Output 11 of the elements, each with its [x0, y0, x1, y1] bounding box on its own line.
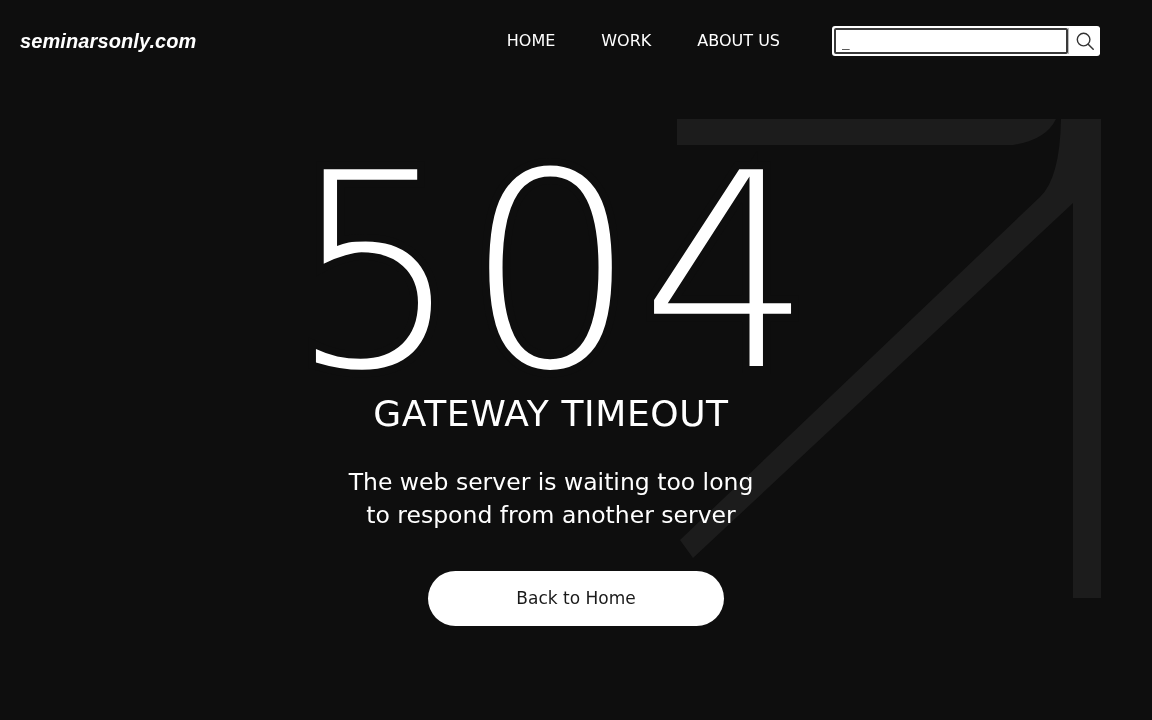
error-code: 504: [288, 165, 817, 381]
nav-link[interactable]: WORK: [601, 31, 652, 50]
search-button[interactable]: [1068, 28, 1100, 54]
error-title: GATEWAY TIMEOUT: [373, 392, 729, 436]
nav-link[interactable]: HOME: [506, 31, 556, 50]
site-logo[interactable]: seminarsonly.com: [20, 26, 197, 56]
error-message: The web server is waiting too long to respond from another server: [348, 467, 754, 532]
search-icon: [1075, 32, 1094, 50]
nav-link[interactable]: ABOUT US: [697, 31, 780, 50]
back-to-home-button[interactable]: Back to Home: [428, 571, 724, 627]
search-field[interactable]: _: [834, 28, 1068, 54]
